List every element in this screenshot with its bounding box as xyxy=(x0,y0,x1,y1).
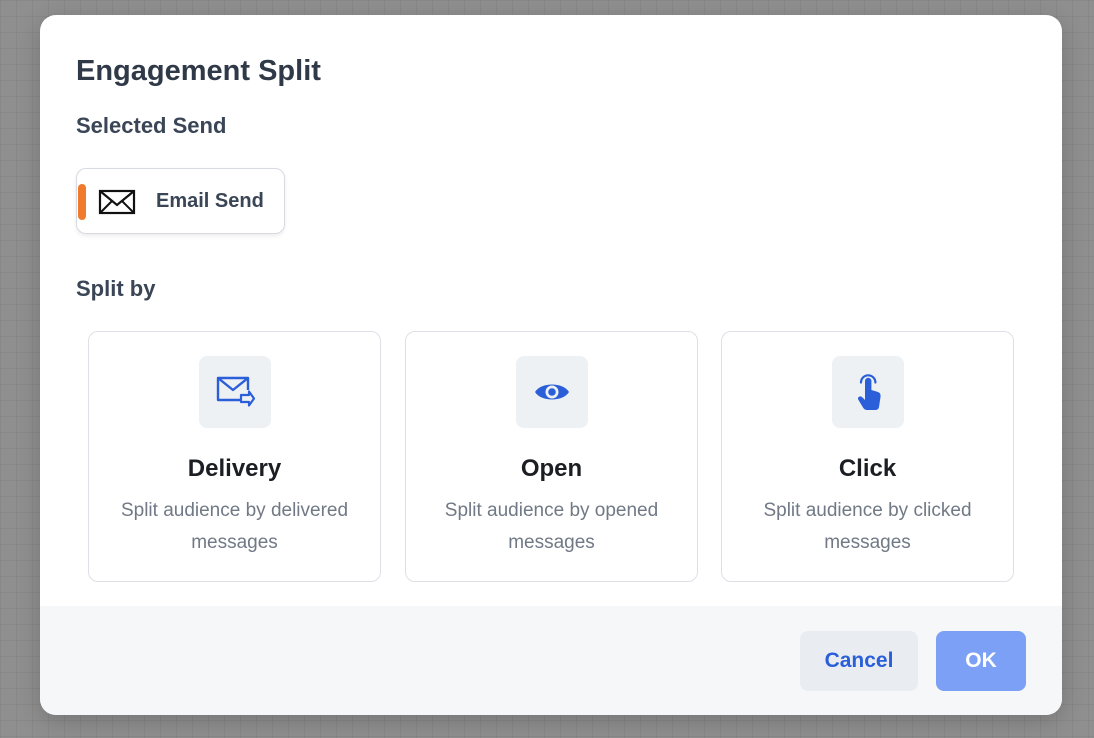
engagement-split-modal: Engagement Split Selected Send Email Sen… xyxy=(40,15,1062,715)
option-description: Split audience by opened messages xyxy=(444,500,659,553)
selected-send-chip[interactable]: Email Send xyxy=(76,168,285,234)
option-icon-box xyxy=(199,356,271,428)
option-title: Delivery xyxy=(187,455,282,482)
option-description: Split audience by delivered messages xyxy=(120,500,349,553)
split-option-delivery[interactable]: Delivery Split audience by delivered mes… xyxy=(88,331,381,582)
selected-send-label: Email Send xyxy=(156,190,264,212)
eye-icon xyxy=(535,384,569,400)
option-icon-box xyxy=(516,356,588,428)
ok-button[interactable]: OK xyxy=(936,631,1026,691)
split-by-heading: Split by xyxy=(76,276,156,301)
pointer-hand-icon xyxy=(857,374,881,410)
modal-footer: Cancel OK xyxy=(40,606,1062,715)
option-title: Open xyxy=(520,455,583,482)
chip-accent-bar xyxy=(78,184,86,220)
option-icon-box xyxy=(832,356,904,428)
cancel-button[interactable]: Cancel xyxy=(800,631,918,691)
modal-title: Engagement Split xyxy=(76,55,321,87)
split-option-click[interactable]: Click Split audience by clicked messages xyxy=(721,331,1014,582)
option-title: Click xyxy=(838,455,897,482)
mail-forward-icon xyxy=(216,376,255,407)
envelope-icon xyxy=(98,189,136,215)
option-description: Split audience by clicked messages xyxy=(763,500,972,553)
selected-send-heading: Selected Send xyxy=(76,113,227,138)
split-option-open[interactable]: Open Split audience by opened messages xyxy=(405,331,698,582)
